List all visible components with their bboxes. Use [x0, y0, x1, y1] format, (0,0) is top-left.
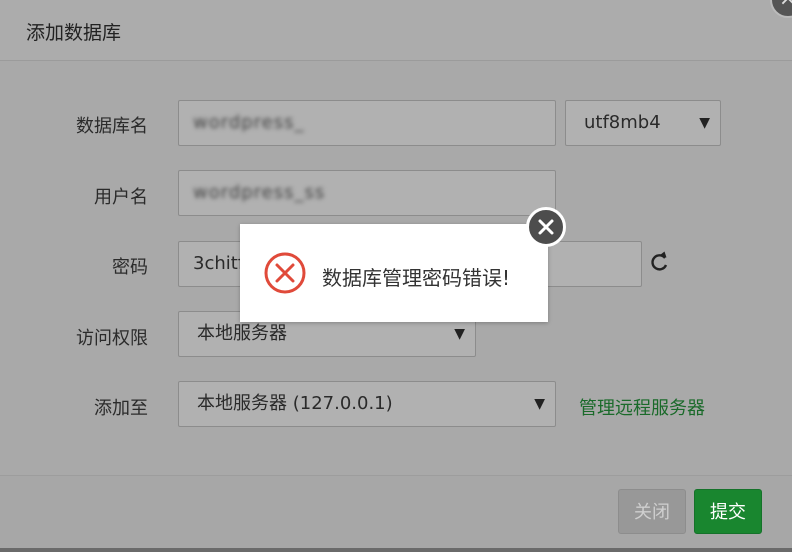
chevron-down-icon: ▼: [534, 396, 545, 412]
error-toast: 数据库管理密码错误!: [240, 224, 548, 322]
access-value: 本地服务器: [197, 323, 287, 344]
toast-message: 数据库管理密码错误!: [322, 266, 511, 290]
charset-select[interactable]: utf8mb4 ▼: [565, 100, 721, 146]
username-input[interactable]: wordpress_ss: [178, 170, 556, 216]
db-name-input[interactable]: wordpress_: [178, 100, 556, 146]
add-to-select[interactable]: 本地服务器 (127.0.0.1) ▼: [178, 381, 556, 427]
password-label: 密码: [112, 257, 148, 278]
manage-remote-servers-link[interactable]: 管理远程服务器: [579, 394, 705, 420]
add-to-value: 本地服务器 (127.0.0.1): [197, 393, 393, 414]
access-label: 访问权限: [76, 328, 148, 349]
dialog-title: 添加数据库: [26, 22, 122, 44]
error-circle-x-icon: [264, 252, 306, 294]
username-value: wordpress_ss: [193, 182, 326, 203]
username-label: 用户名: [94, 187, 148, 208]
db-name-value: wordpress_: [193, 112, 305, 133]
add-to-label: 添加至: [94, 398, 148, 419]
refresh-icon[interactable]: [648, 250, 670, 276]
submit-button[interactable]: 提交: [694, 489, 762, 534]
password-value: 3chitf: [193, 253, 245, 274]
dialog-header: 添加数据库: [0, 0, 792, 61]
bottom-divider: [0, 548, 792, 552]
close-circle-icon[interactable]: [526, 207, 566, 247]
chevron-down-icon: ▼: [699, 115, 710, 131]
close-button[interactable]: 关闭: [618, 489, 686, 534]
db-name-label: 数据库名: [76, 116, 148, 137]
charset-value: utf8mb4: [584, 112, 661, 133]
